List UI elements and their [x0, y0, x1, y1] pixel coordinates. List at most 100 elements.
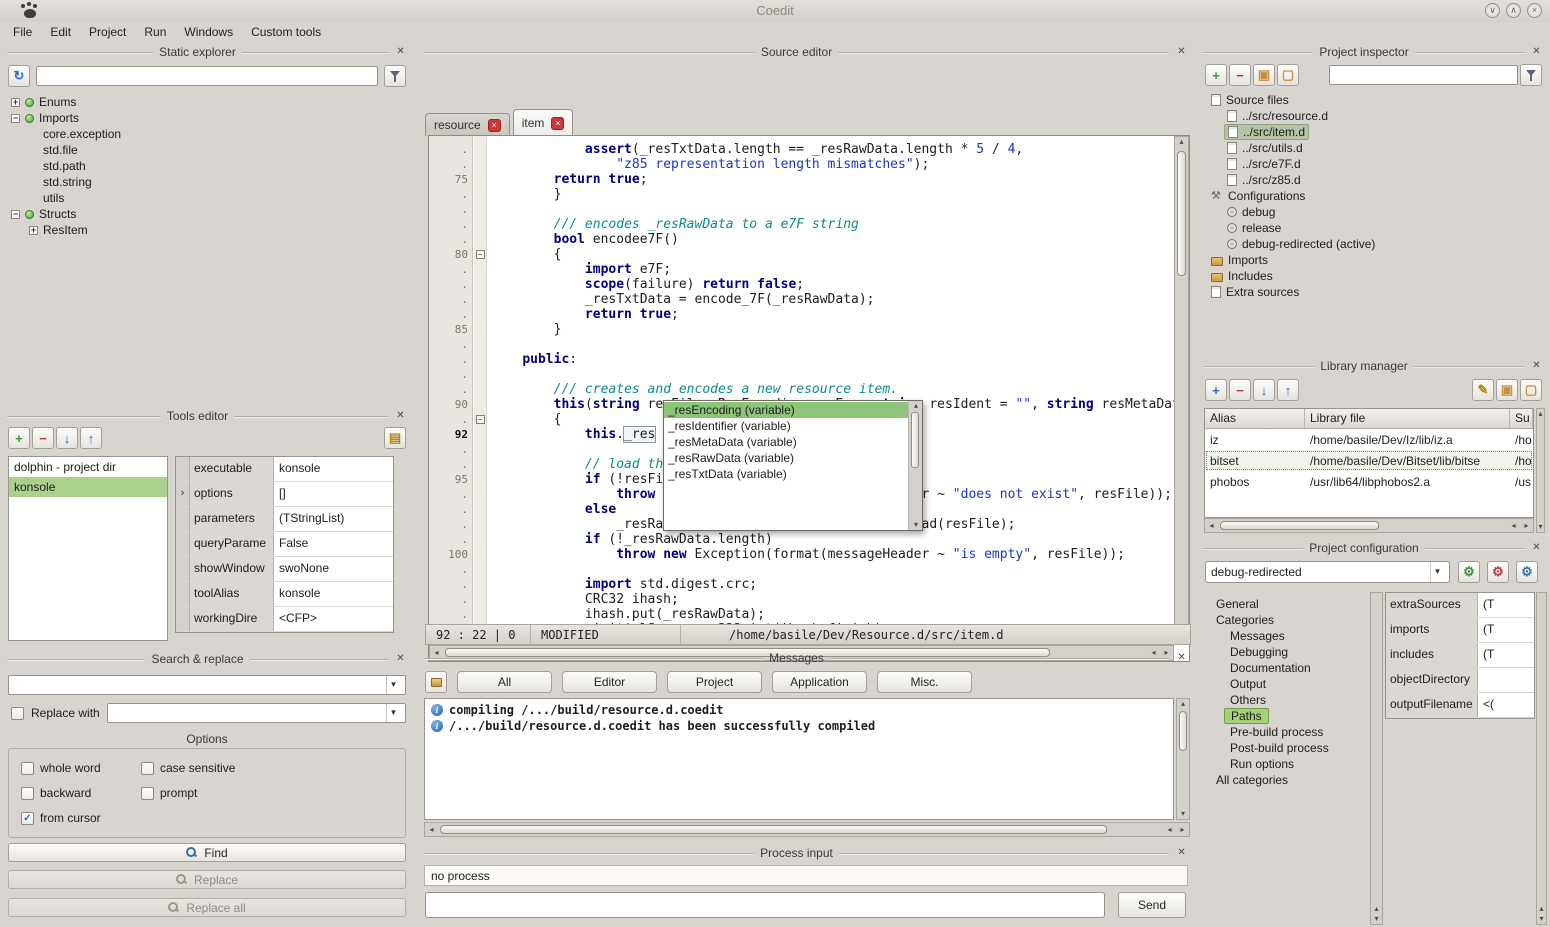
close-panel-icon[interactable]: ✕ [1175, 652, 1188, 665]
message-item[interactable]: i/.../build/resource.d.coedit has been s… [427, 718, 1171, 734]
remove-config-button[interactable]: ⚙ [1487, 561, 1509, 583]
inspector-item-debug-redirected-active[interactable]: debug-redirected (active) [1202, 236, 1545, 252]
explorer-item-std-file[interactable]: std.file [5, 142, 409, 158]
category-general[interactable]: General [1202, 596, 1370, 612]
expand-icon[interactable]: + [11, 98, 20, 107]
property-row-showwindow[interactable]: showWindowswoNone [176, 557, 393, 582]
add-tool-button[interactable]: + [8, 427, 30, 449]
completion-item[interactable]: _resRawData (variable) [664, 450, 908, 466]
inspector-item-includes[interactable]: Includes [1202, 268, 1545, 284]
scroll-up-icon[interactable]: ▴ [1536, 409, 1545, 419]
category-output[interactable]: Output [1202, 676, 1370, 692]
menu-run[interactable]: Run [135, 22, 175, 42]
remove-tool-button[interactable]: − [32, 427, 54, 449]
move-tool-up-button[interactable]: ↑ [80, 427, 102, 449]
add-folder-button[interactable]: ▣ [1253, 64, 1275, 86]
completion-scrollbar[interactable]: ▴ ▾ [908, 401, 922, 530]
add-config-button[interactable]: ⚙ [1458, 561, 1480, 583]
menu-edit[interactable]: Edit [41, 22, 80, 42]
messages-hscrollbar[interactable]: ◂ ◂ ▸ [424, 822, 1190, 837]
scroll-down-icon[interactable]: ▾ [1536, 914, 1547, 924]
property-value[interactable]: konsole [274, 582, 393, 606]
categories-vscrollbar[interactable]: ▴ ▾ [1370, 592, 1383, 925]
edit-library-button[interactable]: ✎ [1472, 379, 1494, 401]
explorer-item-std-path[interactable]: std.path [5, 158, 409, 174]
explorer-item-resitem[interactable]: +ResItem [5, 222, 409, 238]
clone-tool-button[interactable]: ▤ [384, 427, 406, 449]
search-term-combobox[interactable]: ▼ [8, 675, 406, 695]
maximize-button[interactable]: ∧ [1506, 3, 1521, 18]
tool-item-konsole[interactable]: konsole [9, 477, 167, 497]
property-value[interactable]: (T [1478, 643, 1534, 667]
property-value[interactable]: konsole [274, 457, 393, 481]
property-value[interactable] [1478, 668, 1534, 692]
filter-application-button[interactable]: Application [772, 671, 867, 693]
inspector-filter-button[interactable] [1520, 64, 1542, 86]
category-pre-build-process[interactable]: Pre-build process [1202, 724, 1370, 740]
completion-item[interactable]: _resMetaData (variable) [664, 434, 908, 450]
close-panel-icon[interactable]: ✕ [1530, 542, 1543, 555]
send-button[interactable]: Send [1118, 892, 1186, 918]
property-row-toolalias[interactable]: toolAliaskonsole [176, 582, 393, 607]
move-library-up-button[interactable]: ↑ [1277, 379, 1299, 401]
property-value[interactable]: swoNone [274, 557, 393, 581]
scroll-right-icon[interactable]: ▸ [1176, 825, 1189, 835]
property-value[interactable]: <( [1478, 693, 1534, 717]
scroll-down-icon[interactable]: ▾ [1177, 809, 1190, 819]
property-value[interactable]: [] [274, 482, 393, 506]
filter-button[interactable] [384, 65, 406, 87]
message-list[interactable]: icompiling /.../build/resource.d.coediti… [424, 698, 1174, 820]
completion-item[interactable]: _resIdentifier (variable) [664, 418, 908, 434]
option-case-sensitive[interactable]: case sensitive [141, 761, 393, 775]
property-value[interactable]: (T [1478, 618, 1534, 642]
open-library-file-button[interactable]: ▣ [1496, 379, 1518, 401]
add-library-folder-button[interactable]: ▢ [1520, 379, 1542, 401]
scroll-down-icon[interactable]: ▾ [909, 520, 923, 530]
inspector-item-release[interactable]: release [1202, 220, 1545, 236]
remove-source-button[interactable]: − [1229, 64, 1251, 86]
library-row-bitset[interactable]: bitset/home/basile/Dev/Bitset/lib/bitse/… [1205, 450, 1533, 471]
inspector-search-input[interactable] [1329, 65, 1518, 85]
scroll-left-icon[interactable]: ◂ [1205, 521, 1218, 531]
config-vscrollbar[interactable]: ▴ ▾ [1536, 592, 1547, 925]
replace-with-checkbox[interactable] [11, 707, 24, 720]
scroll-up-icon[interactable]: ▴ [909, 401, 923, 411]
option-backward[interactable]: backward [21, 786, 141, 800]
property-value[interactable]: <CFP> [274, 607, 393, 631]
inspector-item-extra-sources[interactable]: Extra sources [1202, 284, 1545, 300]
shade-button[interactable]: ∨ [1485, 3, 1500, 18]
checkbox-icon[interactable] [21, 762, 34, 775]
explorer-item-utils[interactable]: utils [5, 190, 409, 206]
column-header-su[interactable]: Su [1510, 409, 1533, 428]
checkbox-icon[interactable] [21, 787, 34, 800]
property-row-extrasources[interactable]: extraSources(T [1386, 593, 1534, 618]
property-row-objectdirectory[interactable]: objectDirectory [1386, 668, 1534, 693]
code-area[interactable]: . assert(_resTxtData.length == _resRawDa… [429, 136, 1174, 645]
inspector-item-source-files[interactable]: Source files [1202, 92, 1545, 108]
scroll-thumb[interactable] [1177, 151, 1186, 276]
close-panel-icon[interactable]: ✕ [1175, 847, 1188, 860]
menu-custom-tools[interactable]: Custom tools [242, 22, 330, 42]
property-value[interactable]: (TStringList) [274, 507, 393, 531]
menu-windows[interactable]: Windows [175, 22, 242, 42]
scroll-thumb[interactable] [1220, 521, 1379, 530]
property-value[interactable]: False [274, 532, 393, 556]
tab-resource[interactable]: resource× [425, 113, 510, 136]
category-messages[interactable]: Messages [1202, 628, 1370, 644]
clone-config-button[interactable]: ⚙ [1516, 561, 1538, 583]
column-header-alias[interactable]: Alias [1205, 409, 1305, 428]
option-prompt[interactable]: prompt [141, 786, 393, 800]
property-row-queryparame[interactable]: queryParameFalse [176, 532, 393, 557]
property-row-imports[interactable]: imports(T [1386, 618, 1534, 643]
category-documentation[interactable]: Documentation [1202, 660, 1370, 676]
property-value[interactable]: (T [1478, 593, 1534, 617]
filter-project-button[interactable]: Project [667, 671, 762, 693]
inspector-item-src-utils-d[interactable]: ../src/utils.d [1202, 140, 1545, 156]
property-row-options[interactable]: ›options[] [176, 482, 393, 507]
property-row-workingdire[interactable]: workingDire<CFP> [176, 607, 393, 632]
scroll-thumb[interactable] [1179, 711, 1187, 751]
inspector-item-imports[interactable]: Imports [1202, 252, 1545, 268]
scroll-up-icon[interactable]: ▴ [1175, 137, 1188, 147]
inspector-item-src-item-d[interactable]: ../src/item.d [1202, 124, 1545, 140]
message-item[interactable]: icompiling /.../build/resource.d.coedit [427, 702, 1171, 718]
